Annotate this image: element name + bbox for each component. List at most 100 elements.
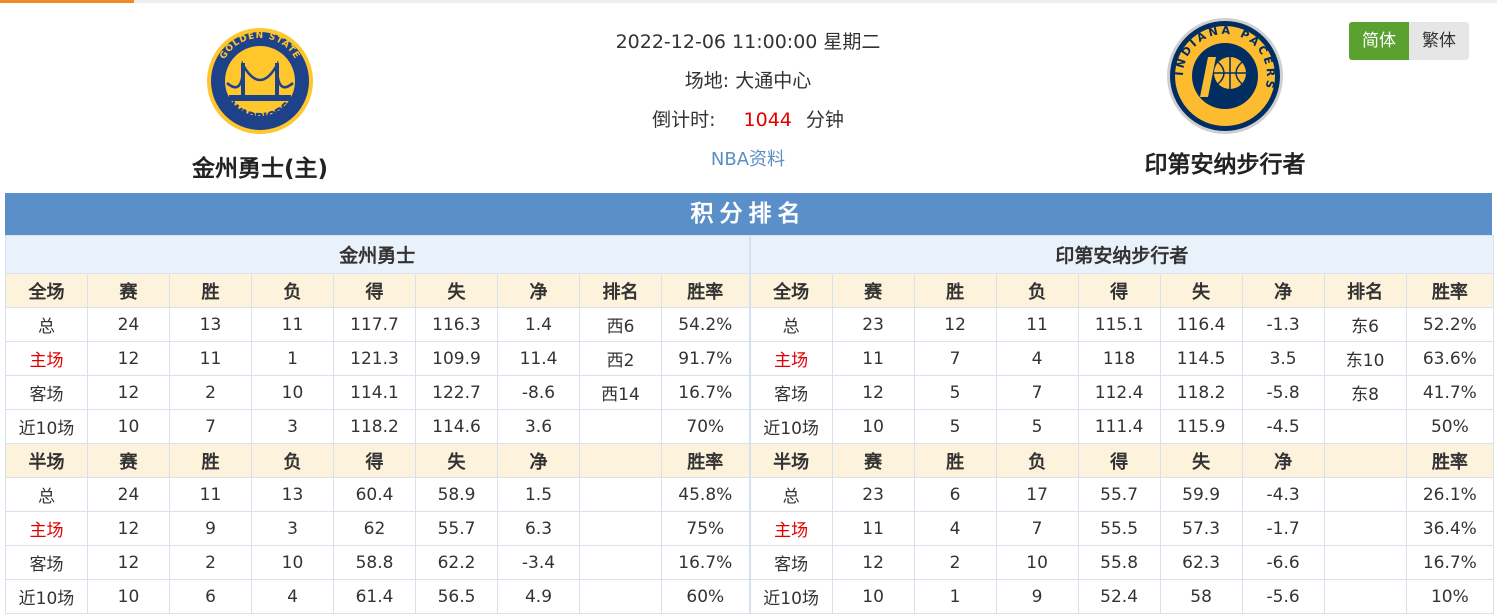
table-cell: -8.6 <box>497 375 580 410</box>
table-cell: 11 <box>251 307 334 342</box>
table-cell: 10 <box>87 409 170 444</box>
table-cell <box>579 477 662 512</box>
table-row: 客场 12 2 10 114.1 122.7 -8.6 西14 16.7% <box>5 375 750 410</box>
countdown-label: 倒计时: <box>652 109 716 131</box>
nba-info-link[interactable]: NBA资料 <box>711 149 785 170</box>
table-cell: -4.5 <box>1241 409 1325 444</box>
match-info: 2022-12-06 11:00:00 星期二 场地: 大通中心 倒计时: 104… <box>548 27 948 183</box>
table-cell: 36.4% <box>1405 511 1495 546</box>
table-cell: 114.5 <box>1159 341 1243 376</box>
table-cell: 3 <box>251 511 334 546</box>
row-label: 主场 <box>749 341 833 376</box>
standings-section: 积分排名 金州勇士 全场赛胜负得失净排名 胜率总 24 13 11 117.7 116.3 1.… <box>5 193 1495 614</box>
table-cell: 109.9 <box>415 341 498 376</box>
table-cell: 59.9 <box>1159 477 1243 512</box>
table-cell: 118.2 <box>333 409 416 444</box>
row-label: 总 <box>749 477 833 512</box>
column-header: 胜 <box>169 443 252 478</box>
column-header: 得 <box>333 273 416 308</box>
table-cell: 23 <box>831 477 915 512</box>
table-cell: 16.7% <box>1405 545 1495 580</box>
column-header: 负 <box>251 273 334 308</box>
table-cell <box>1323 409 1407 444</box>
table-cell: 10 <box>251 545 334 580</box>
table-cell: 122.7 <box>415 375 498 410</box>
table-cell: 12 <box>87 545 170 580</box>
away-standings-table: 印第安纳步行者 全场赛胜负得失净排名 胜率总 23 12 11 115.1 116.4 -1.3… <box>749 235 1495 614</box>
column-header: 赛 <box>831 273 915 308</box>
column-header <box>1323 443 1407 478</box>
away-team-heading: 印第安纳步行者 <box>749 235 1495 274</box>
table-cell: 西2 <box>579 341 662 376</box>
column-header: 失 <box>415 273 498 308</box>
table-cell: 6 <box>913 477 997 512</box>
column-header: 失 <box>415 443 498 478</box>
column-header: 净 <box>1241 273 1325 308</box>
column-header: 得 <box>1077 273 1161 308</box>
table-row: 客场 12 5 7 112.4 118.2 -5.8 东8 41.7% <box>749 375 1495 410</box>
column-header: 负 <box>251 443 334 478</box>
table-cell: 4.9 <box>497 579 580 614</box>
table-cell: 11 <box>169 477 252 512</box>
table-cell: 5 <box>913 375 997 410</box>
column-header-row: 全场赛胜负得失净排名 胜率 <box>749 273 1495 308</box>
venue-row: 场地: 大通中心 <box>548 66 948 105</box>
table-cell: 东10 <box>1323 341 1407 376</box>
table-cell: 24 <box>87 477 170 512</box>
table-row: 总 23 6 17 55.7 59.9 -4.3 26.1% <box>749 477 1495 512</box>
table-cell: 62.3 <box>1159 545 1243 580</box>
table-cell: 5 <box>995 409 1079 444</box>
table-row: 总 23 12 11 115.1 116.4 -1.3 东6 52.2% <box>749 307 1495 342</box>
table-cell: 70% <box>661 409 750 444</box>
match-header: GOLDEN STATE WARRIORS 金州勇士(主) 2022-12-06… <box>0 3 1497 193</box>
table-cell: 75% <box>661 511 750 546</box>
column-header: 失 <box>1159 273 1243 308</box>
table-cell: 10% <box>1405 579 1495 614</box>
row-label: 主场 <box>749 511 833 546</box>
table-cell: -3.4 <box>497 545 580 580</box>
column-header: 半场 <box>5 443 88 478</box>
warriors-logo-icon: GOLDEN STATE WARRIORS <box>207 28 313 134</box>
pacers-logo-icon: INDIANA PACERS <box>1167 18 1283 134</box>
column-header: 得 <box>1077 443 1161 478</box>
traditional-chinese-button[interactable]: 繁体 <box>1409 22 1469 60</box>
column-header: 胜 <box>913 273 997 308</box>
table-cell: -4.3 <box>1241 477 1325 512</box>
table-cell: 11 <box>169 341 252 376</box>
table-row: 主场 11 7 4 118 114.5 3.5 东10 63.6% <box>749 341 1495 376</box>
table-cell <box>1323 477 1407 512</box>
table-row: 客场 12 2 10 55.8 62.3 -6.6 16.7% <box>749 545 1495 580</box>
match-datetime: 2022-12-06 11:00:00 星期二 <box>615 31 881 53</box>
table-cell: 118.2 <box>1159 375 1243 410</box>
row-label: 总 <box>5 477 88 512</box>
table-cell: 55.8 <box>1077 545 1161 580</box>
table-cell: 114.1 <box>333 375 416 410</box>
venue-label: 场地: <box>684 70 730 92</box>
table-row: 近10场 10 6 4 61.4 56.5 4.9 60% <box>5 579 750 614</box>
table-cell: 114.6 <box>415 409 498 444</box>
countdown-unit: 分钟 <box>805 109 844 131</box>
column-header: 全场 <box>5 273 88 308</box>
away-team-name: 印第安纳步行者 <box>1144 152 1306 178</box>
column-header: 负 <box>995 273 1079 308</box>
table-cell: 62.2 <box>415 545 498 580</box>
table-cell: 115.9 <box>1159 409 1243 444</box>
column-header: 胜 <box>913 443 997 478</box>
column-header: 失 <box>1159 443 1243 478</box>
table-cell: -5.8 <box>1241 375 1325 410</box>
column-header-row: 半场赛胜负得失净 胜率 <box>749 443 1495 478</box>
column-header: 赛 <box>87 443 170 478</box>
table-cell: 23 <box>831 307 915 342</box>
table-cell: 12 <box>913 307 997 342</box>
home-standings-table: 金州勇士 全场赛胜负得失净排名 胜率总 24 13 11 117.7 116.3 1.4 西6 54… <box>5 235 750 614</box>
table-cell: 西6 <box>579 307 662 342</box>
simplified-chinese-button[interactable]: 简体 <box>1349 22 1409 60</box>
column-header: 胜率 <box>661 443 750 478</box>
column-header: 净 <box>497 443 580 478</box>
table-row: 近10场 10 5 5 111.4 115.9 -4.5 50% <box>749 409 1495 444</box>
table-cell: 6 <box>169 579 252 614</box>
table-cell: 118 <box>1077 341 1161 376</box>
table-cell: 12 <box>831 375 915 410</box>
table-cell: -1.7 <box>1241 511 1325 546</box>
table-cell: 10 <box>831 579 915 614</box>
